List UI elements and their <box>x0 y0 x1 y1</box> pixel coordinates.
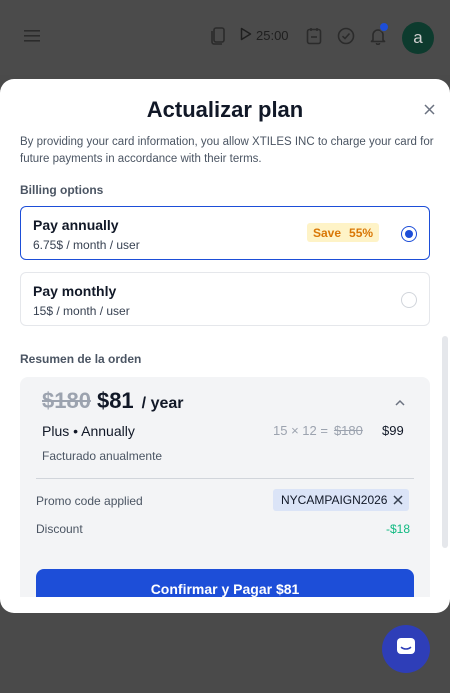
divider <box>36 478 414 479</box>
calendar-icon[interactable] <box>302 24 326 48</box>
option-price: 15$ / month / user <box>33 304 130 318</box>
chat-icon <box>395 636 417 663</box>
modal-scroll-content: By providing your card information, you … <box>0 135 440 597</box>
radio-annually-selected[interactable] <box>401 226 417 242</box>
price-row: $180 $81 / year <box>42 388 183 414</box>
promo-label: Promo code applied <box>36 494 143 508</box>
option-title: Pay annually <box>33 217 119 233</box>
order-summary-card: $180 $81 / year Plus • Annually 15 × 12 … <box>20 377 430 597</box>
play-icon <box>240 27 252 44</box>
price-calculation: 15 × 12 = $180 <box>273 423 363 438</box>
billing-options-label: Billing options <box>20 183 104 197</box>
timer[interactable]: 25:00 <box>240 27 289 44</box>
discount-value: -$18 <box>386 522 411 536</box>
discount-label: Discount <box>36 522 83 536</box>
option-price: 6.75$ / month / user <box>33 238 140 252</box>
calc-old-total: $180 <box>333 423 363 438</box>
notification-dot <box>379 22 389 32</box>
radio-monthly[interactable] <box>401 292 417 308</box>
option-title: Pay monthly <box>33 283 117 299</box>
close-icon[interactable] <box>419 99 439 119</box>
modal-title: Actualizar plan <box>146 97 304 122</box>
calc-total: $99 <box>382 423 404 438</box>
avatar[interactable]: a <box>402 22 434 54</box>
plan-name: Plus • Annually <box>42 423 135 439</box>
price-period: / year <box>141 395 184 412</box>
card-disclaimer: By providing your card information, you … <box>20 136 434 165</box>
billed-note: Facturado anualmente <box>42 449 163 463</box>
app-header: 25:00 a <box>0 0 450 75</box>
menu-icon[interactable] <box>20 24 44 48</box>
billing-option-annually[interactable]: Pay annually 6.75$ / month / user Save 5… <box>20 206 430 260</box>
avatar-initial: a <box>413 28 423 47</box>
save-badge: Save 55% <box>307 223 380 242</box>
confirm-pay-button[interactable]: Confirmar y Pagar $81 <box>36 569 414 597</box>
upgrade-plan-modal: Actualizar plan By providing your card i… <box>0 79 450 613</box>
timer-value: 25:00 <box>256 28 289 43</box>
check-circle-icon[interactable] <box>334 24 358 48</box>
modal-scrollbar[interactable] <box>442 336 448 548</box>
promo-code: NYCAMPAIGN2026 <box>281 493 388 507</box>
save-badge-value: 55% <box>349 225 374 240</box>
remove-promo-icon[interactable] <box>393 495 404 505</box>
billing-option-monthly[interactable]: Pay monthly 15$ / month / user <box>20 272 430 326</box>
promo-code-chip: NYCAMPAIGN2026 <box>273 489 410 511</box>
old-price: $180 <box>42 388 91 413</box>
chevron-up-icon[interactable] <box>392 395 408 411</box>
order-summary-label: Resumen de la orden <box>20 352 142 366</box>
save-badge-label: Save <box>313 225 342 240</box>
document-icon[interactable] <box>206 24 230 48</box>
new-price: $81 <box>96 388 134 413</box>
chat-support-button[interactable] <box>382 625 430 673</box>
calc-formula: 15 × 12 = <box>273 423 328 438</box>
